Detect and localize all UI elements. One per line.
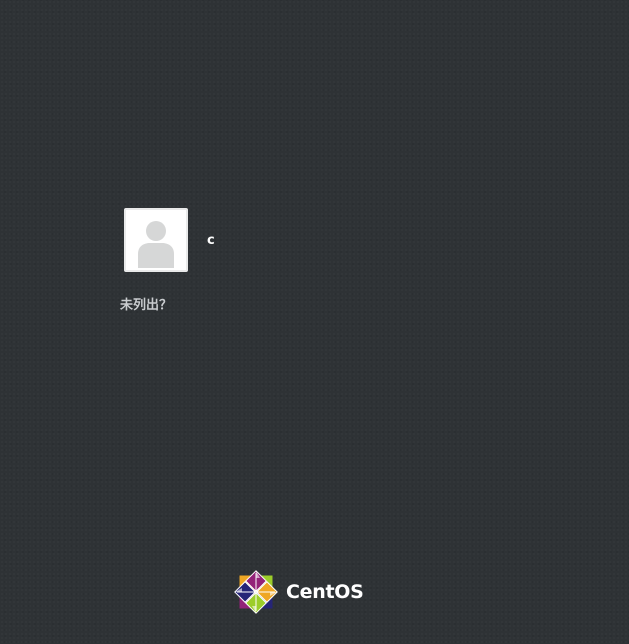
user-silhouette-icon — [138, 221, 174, 268]
not-listed-link[interactable]: 未列出？ — [120, 294, 172, 313]
centos-logo-icon — [234, 570, 278, 614]
brand-name: CentOS — [286, 581, 364, 603]
user-name: c — [207, 232, 215, 248]
avatar — [124, 208, 188, 272]
branding: CentOS — [234, 570, 364, 614]
user-list-item[interactable]: c — [124, 208, 215, 272]
